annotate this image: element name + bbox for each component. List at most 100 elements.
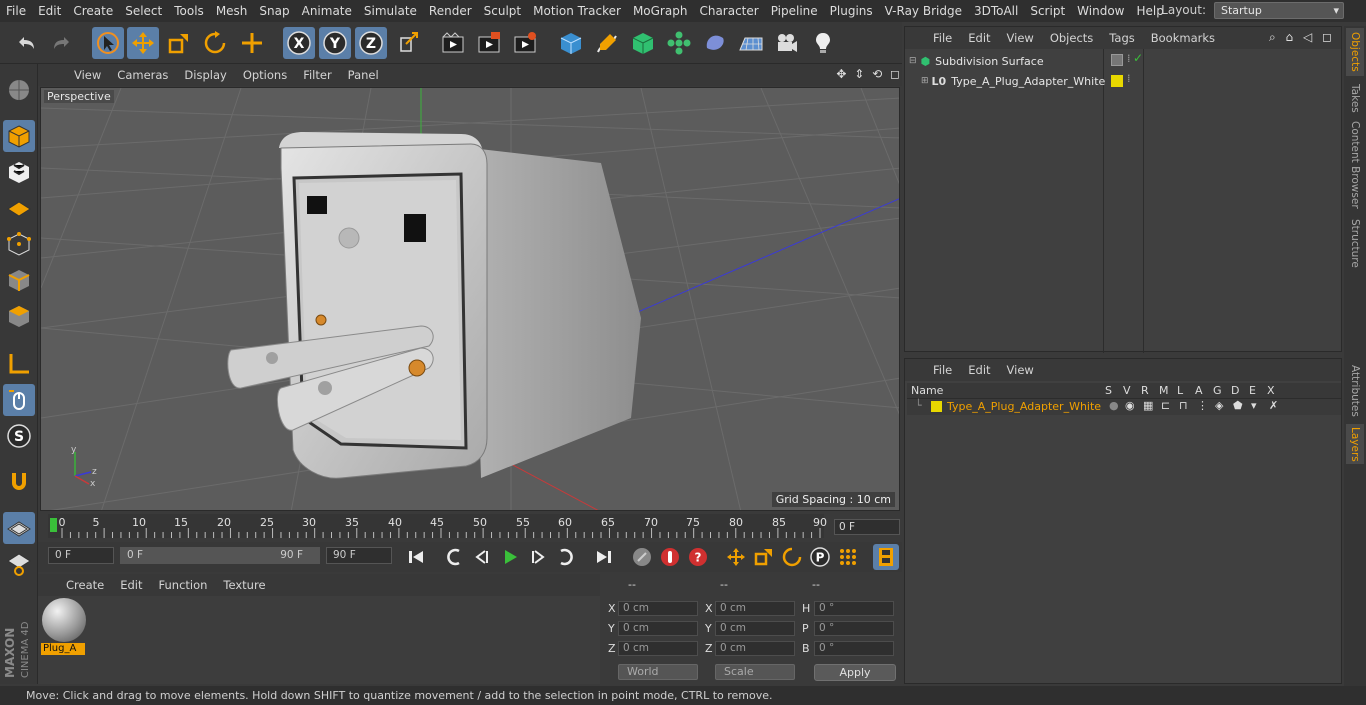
previous-frame-icon[interactable]	[469, 544, 495, 570]
layer-flag-render[interactable]: R	[1141, 384, 1149, 397]
menu-file[interactable]: File	[0, 4, 32, 18]
object-manager-nav-icons[interactable]: ⌕ ⌂ ◁ ◻	[1269, 30, 1335, 45]
tab-layers[interactable]: Layers	[1346, 424, 1364, 464]
apply-button[interactable]: Apply	[814, 664, 896, 681]
object-row-plug-adapter[interactable]: ⊞ L0 Type_A_Plug_Adapter_White	[905, 71, 1105, 91]
eye-icon[interactable]: ◉	[1125, 399, 1135, 412]
locked-workplane-icon[interactable]	[3, 512, 35, 544]
keyframe-selection-icon[interactable]: ?	[685, 544, 711, 570]
axis-mode-icon[interactable]	[3, 348, 35, 380]
undo-icon[interactable]	[10, 27, 42, 59]
menu-select[interactable]: Select	[119, 4, 168, 18]
start-frame-field[interactable]: 0 F	[48, 547, 114, 564]
subdivision-icon[interactable]	[627, 27, 659, 59]
workplane-mode-icon[interactable]	[3, 192, 35, 224]
layers-menu-edit[interactable]: Edit	[960, 363, 998, 377]
plug-adapter-model[interactable]	[227, 132, 641, 479]
layer-flag-manager[interactable]: M	[1159, 384, 1169, 397]
layers-menu-file[interactable]: File	[925, 363, 960, 377]
live-select-icon[interactable]	[92, 27, 124, 59]
light-icon[interactable]	[807, 27, 839, 59]
polygons-mode-icon[interactable]	[3, 300, 35, 332]
timeline-playhead[interactable]	[50, 518, 57, 532]
perspective-viewport[interactable]: y z x Perspective Grid Spacing : 10 cm	[40, 87, 900, 511]
deformer-icon[interactable]	[699, 27, 731, 59]
viewport-menu-cameras[interactable]: Cameras	[109, 68, 176, 82]
viewport-menu-panel[interactable]: Panel	[340, 68, 387, 82]
position-z-field[interactable]: 0 cm	[618, 641, 698, 656]
collapse-icon[interactable]: ⊟	[909, 56, 917, 66]
tab-content-browser[interactable]: Content Browser	[1346, 120, 1364, 210]
timeline-window-icon[interactable]	[873, 544, 899, 570]
objects-menu-file[interactable]: File	[925, 31, 960, 45]
menu-pipeline[interactable]: Pipeline	[765, 4, 824, 18]
layer-flag-animation[interactable]: A	[1195, 384, 1203, 397]
tab-takes[interactable]: Takes	[1346, 80, 1364, 116]
make-editable-icon[interactable]	[3, 74, 35, 106]
menu-mesh[interactable]: Mesh	[210, 4, 254, 18]
material-name-label[interactable]: Plug_A	[41, 643, 85, 655]
render-clapper-icon[interactable]: ▦	[1143, 399, 1153, 412]
solo-dot-icon[interactable]: ●	[1109, 399, 1119, 412]
record-active-objects-icon[interactable]	[629, 544, 655, 570]
position-y-field[interactable]: 0 cm	[618, 621, 698, 636]
cloner-icon[interactable]	[663, 27, 695, 59]
object-name[interactable]: Type_A_Plug_Adapter_White	[951, 75, 1105, 88]
layer-name[interactable]: Type_A_Plug_Adapter_White	[947, 400, 1101, 413]
position-x-field[interactable]: 0 cm	[618, 601, 698, 616]
viewport-menu-options[interactable]: Options	[235, 68, 295, 82]
tab-structure[interactable]: Structure	[1346, 214, 1364, 272]
move-icon[interactable]	[127, 27, 159, 59]
points-mode-icon[interactable]	[3, 228, 35, 260]
timeline-ruler[interactable]: 0 5 10 15 20 25 30 35 40 45 50 55 60 65 …	[48, 514, 827, 538]
menu-tools[interactable]: Tools	[168, 4, 210, 18]
size-z-field[interactable]: 0 cm	[715, 641, 795, 656]
scale-icon[interactable]	[163, 27, 195, 59]
next-frame-icon[interactable]	[525, 544, 551, 570]
objects-menu-bookmarks[interactable]: Bookmarks	[1143, 31, 1223, 45]
visibility-dots-icon[interactable]: ⁞	[1127, 52, 1131, 65]
menu-snap[interactable]: Snap	[253, 4, 295, 18]
layer-flag-deformers[interactable]: D	[1231, 384, 1239, 397]
animation-icon[interactable]: ⋮	[1197, 399, 1208, 412]
edit-render-settings-icon[interactable]	[509, 27, 541, 59]
render-picture-viewer-icon[interactable]	[473, 27, 505, 59]
size-y-field[interactable]: 0 cm	[715, 621, 795, 636]
object-row-subdivision-surface[interactable]: ⊟ ⬢ Subdivision Surface	[905, 51, 1103, 71]
lock-icon[interactable]: ⊓	[1179, 399, 1188, 412]
generator-icon[interactable]: ◈	[1215, 399, 1223, 412]
create-icon[interactable]	[236, 27, 268, 59]
menu-character[interactable]: Character	[693, 4, 764, 18]
redo-icon[interactable]	[46, 27, 78, 59]
menu-vray-bridge[interactable]: V-Ray Bridge	[879, 4, 968, 18]
material-menu-edit[interactable]: Edit	[112, 578, 150, 592]
visibility-dots-icon[interactable]: ⁞	[1127, 72, 1131, 85]
pen-icon[interactable]	[591, 27, 623, 59]
menu-window[interactable]: Window	[1071, 4, 1130, 18]
cube-icon[interactable]	[555, 27, 587, 59]
layer-flag-locked[interactable]: L	[1177, 384, 1183, 397]
key-position-icon[interactable]	[723, 544, 749, 570]
timeline[interactable]: 0 5 10 15 20 25 30 35 40 45 50 55 60 65 …	[38, 512, 902, 542]
rotate-icon[interactable]	[199, 27, 231, 59]
layer-flag-view[interactable]: V	[1123, 384, 1131, 397]
viewport-camera-label[interactable]: Perspective	[44, 90, 114, 103]
layer-flag-generators[interactable]: G	[1213, 384, 1222, 397]
menu-motion-tracker[interactable]: Motion Tracker	[527, 4, 627, 18]
viewport-nav-icons[interactable]: ✥ ⇕ ⟲ ◻	[836, 67, 902, 81]
next-key-icon[interactable]	[553, 544, 579, 570]
layer-color-chip[interactable]	[1111, 75, 1123, 87]
layer-color-chip[interactable]	[1111, 54, 1123, 66]
floor-icon[interactable]	[735, 27, 767, 59]
key-rotation-icon[interactable]	[779, 544, 805, 570]
layer-flag-xref[interactable]: X	[1267, 384, 1275, 397]
viewport-menu-display[interactable]: Display	[176, 68, 234, 82]
model-mode-icon[interactable]	[3, 120, 35, 152]
layers-menu-view[interactable]: View	[999, 363, 1042, 377]
menu-create[interactable]: Create	[67, 4, 119, 18]
layer-color-swatch[interactable]	[931, 401, 942, 412]
end-frame-field[interactable]: 90 F	[326, 547, 392, 564]
deformer-flag-icon[interactable]: ⬟	[1233, 399, 1243, 412]
material-thumbnail[interactable]	[42, 598, 86, 642]
rotation-b-field[interactable]: 0 °	[814, 641, 894, 656]
